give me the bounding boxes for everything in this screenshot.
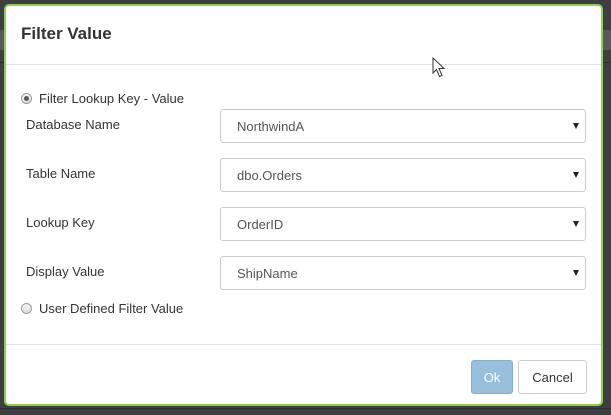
chevron-down-icon — [573, 172, 579, 178]
user-defined-radio[interactable] — [21, 303, 32, 314]
cancel-button[interactable]: Cancel — [518, 360, 587, 394]
user-defined-option[interactable]: User Defined Filter Value — [21, 301, 183, 316]
chevron-down-icon — [573, 123, 579, 129]
dialog-header: Filter Value — [6, 6, 601, 78]
lookup-key-select[interactable]: OrderID — [220, 207, 586, 241]
lookup-key-value: OrderID — [237, 217, 284, 232]
table-name-value: dbo.Orders — [237, 168, 303, 183]
chevron-down-icon — [573, 270, 579, 276]
filter-lookup-radio[interactable] — [21, 93, 32, 104]
filter-value-dialog: Filter Value Filter Lookup Key - Value D… — [4, 4, 603, 406]
chevron-down-icon — [573, 221, 579, 227]
filter-lookup-option[interactable]: Filter Lookup Key - Value — [21, 91, 184, 106]
dialog-footer: Ok Cancel — [6, 344, 601, 404]
lookup-key-label: Lookup Key — [26, 215, 95, 230]
table-name-label: Table Name — [26, 166, 96, 181]
database-name-value: NorthwindA — [237, 119, 305, 134]
database-name-select[interactable]: NorthwindA — [220, 109, 586, 143]
background-divider — [0, 408, 611, 409]
filter-lookup-label: Filter Lookup Key - Value — [39, 91, 184, 106]
ok-button[interactable]: Ok — [471, 360, 513, 394]
display-value-value: ShipName — [237, 266, 298, 281]
user-defined-label: User Defined Filter Value — [39, 301, 184, 316]
display-value-label: Display Value — [26, 264, 105, 279]
mouse-pointer-icon — [432, 57, 446, 78]
display-value-select[interactable]: ShipName — [220, 256, 586, 290]
table-name-select[interactable]: dbo.Orders — [220, 158, 586, 192]
dialog-title: Filter Value — [21, 24, 112, 43]
database-name-label: Database Name — [26, 117, 120, 132]
